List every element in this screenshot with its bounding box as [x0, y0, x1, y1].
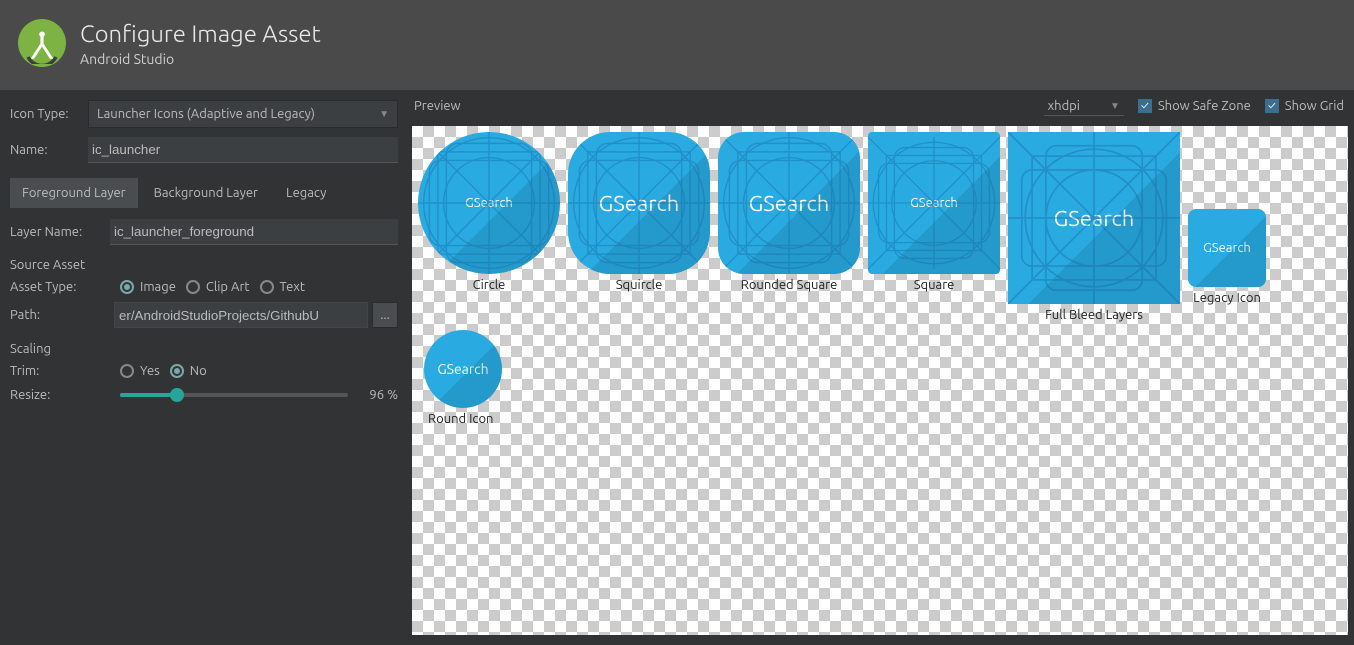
trim-no-label: No	[190, 364, 207, 378]
preview-icon-square: GSearch	[868, 132, 1000, 274]
preview-icon-squircle: GSearch	[568, 132, 710, 274]
trim-yes-label: Yes	[140, 364, 160, 378]
tab-foreground-layer[interactable]: Foreground Layer	[10, 178, 138, 208]
caption-full-bleed: Full Bleed Layers	[1045, 308, 1143, 322]
tab-background-layer[interactable]: Background Layer	[142, 178, 270, 208]
asset-type-text-radio[interactable]: Text	[260, 280, 305, 294]
show-safe-zone-checkbox[interactable]: Show Safe Zone	[1138, 99, 1251, 113]
dialog-subtitle: Android Studio	[80, 51, 321, 67]
name-label: Name:	[10, 143, 88, 157]
caption-round: Round Icon	[428, 412, 493, 426]
asset-type-clipart-label: Clip Art	[206, 280, 250, 294]
radio-dot-icon	[120, 364, 134, 378]
asset-type-label: Asset Type:	[10, 280, 110, 294]
trim-label: Trim:	[10, 364, 110, 378]
show-grid-checkbox[interactable]: Show Grid	[1265, 99, 1344, 113]
icon-type-select[interactable]: Launcher Icons (Adaptive and Legacy) ▼	[88, 100, 398, 128]
preview-icon-rounded-square: GSearch	[718, 132, 860, 274]
show-grid-label: Show Grid	[1285, 99, 1344, 113]
chevron-down-icon: ▼	[379, 108, 389, 120]
preview-panel: Preview xhdpi ▼ Show Safe Zone Show Grid	[408, 90, 1354, 645]
checkbox-icon	[1265, 99, 1279, 113]
preview-icon-full-bleed: GSearch	[1008, 132, 1180, 304]
browse-button[interactable]: ...	[372, 302, 398, 328]
icon-type-label: Icon Type:	[10, 107, 88, 121]
layer-tabs: Foreground Layer Background Layer Legacy	[10, 178, 398, 208]
preview-canvas: GSearch Circle	[412, 126, 1348, 635]
config-panel: Icon Type: Launcher Icons (Adaptive and …	[0, 90, 408, 645]
caption-rounded-square: Rounded Square	[741, 278, 838, 292]
chevron-down-icon: ▼	[1110, 100, 1120, 112]
resize-value: 96 %	[358, 388, 398, 402]
scaling-heading: Scaling	[10, 342, 398, 356]
layer-name-label: Layer Name:	[10, 225, 110, 239]
preview-title: Preview	[414, 99, 461, 113]
show-safe-zone-label: Show Safe Zone	[1158, 99, 1251, 113]
dpi-select[interactable]: xhdpi ▼	[1044, 97, 1124, 116]
ellipsis-icon: ...	[380, 308, 390, 322]
path-field[interactable]	[114, 302, 368, 328]
header-titles: Configure Image Asset Android Studio	[80, 20, 321, 67]
caption-squircle: Squircle	[616, 278, 663, 292]
radio-dot-icon	[260, 280, 274, 294]
asset-type-clipart-radio[interactable]: Clip Art	[186, 280, 250, 294]
radio-dot-icon	[120, 280, 134, 294]
path-label: Path:	[10, 308, 110, 322]
dialog-title: Configure Image Asset	[80, 20, 321, 47]
checkbox-icon	[1138, 99, 1152, 113]
source-asset-heading: Source Asset	[10, 258, 398, 272]
dpi-value: xhdpi	[1048, 99, 1080, 113]
caption-legacy: Legacy Icon	[1193, 291, 1261, 305]
slider-thumb-icon[interactable]	[170, 388, 184, 402]
trim-yes-radio[interactable]: Yes	[120, 364, 160, 378]
asset-type-image-radio[interactable]: Image	[120, 280, 176, 294]
radio-dot-icon	[170, 364, 184, 378]
preview-icon-circle: GSearch	[418, 132, 560, 274]
resize-slider[interactable]	[120, 393, 348, 397]
caption-circle: Circle	[473, 278, 506, 292]
name-field[interactable]	[88, 137, 398, 163]
preview-icon-round: GSearch	[424, 330, 502, 408]
header: Configure Image Asset Android Studio	[0, 0, 1354, 90]
preview-icon-legacy: GSearch	[1188, 209, 1266, 287]
tab-legacy[interactable]: Legacy	[274, 178, 338, 208]
asset-type-image-label: Image	[140, 280, 176, 294]
icon-type-value: Launcher Icons (Adaptive and Legacy)	[97, 107, 315, 121]
layer-name-field[interactable]	[110, 219, 398, 245]
radio-dot-icon	[186, 280, 200, 294]
trim-no-radio[interactable]: No	[170, 364, 207, 378]
asset-type-text-label: Text	[280, 280, 305, 294]
android-studio-logo-icon	[18, 19, 66, 67]
caption-square: Square	[914, 278, 955, 292]
resize-label: Resize:	[10, 388, 110, 402]
